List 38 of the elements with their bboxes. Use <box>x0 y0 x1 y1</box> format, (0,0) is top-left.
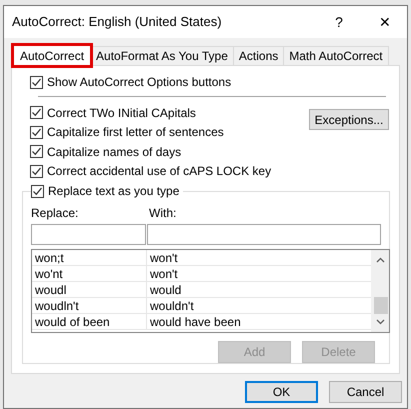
checkbox[interactable] <box>31 184 44 198</box>
table-cell-text: would <box>149 282 182 298</box>
checkbox-label: Capitalize first letter of sentences <box>47 124 224 142</box>
checkbox-label: Correct accidental use of cAPS LOCK key <box>47 163 272 180</box>
ok-button[interactable]: OK <box>245 381 318 403</box>
table-cell-text: would have been <box>149 314 241 330</box>
with-field[interactable] <box>147 224 381 245</box>
table-cell: wo'nt <box>32 266 147 281</box>
cancel-button[interactable]: Cancel <box>329 381 402 403</box>
help-button[interactable]: ? <box>319 8 359 36</box>
checkbox[interactable] <box>30 126 43 139</box>
checkbox[interactable] <box>30 145 43 158</box>
checkbox-label: Capitalize names of days <box>47 144 182 161</box>
tab[interactable]: Math AutoCorrect <box>283 46 389 65</box>
replace-field[interactable] <box>31 224 146 245</box>
checkbox-label: Correct TWo INitial CApitals <box>47 104 196 122</box>
table-cell: won;t <box>32 250 147 265</box>
checkbox[interactable] <box>30 76 43 88</box>
checkbox-label: Replace text as you type <box>48 183 180 200</box>
tab[interactable]: AutoFormat As You Type <box>90 46 234 65</box>
table-cell: would of been <box>32 314 147 329</box>
scroll-thumb[interactable] <box>374 297 388 314</box>
replace-label: Replace: <box>31 205 80 222</box>
checkbox[interactable] <box>30 164 43 178</box>
table-cell-text: won't <box>149 266 178 282</box>
table-cell: woudln't <box>32 298 147 313</box>
table-cell-text: wouldn't <box>149 298 194 314</box>
checkbox-label: Show AutoCorrect Options buttons <box>47 74 232 91</box>
scroll-up-icon[interactable] <box>376 257 385 263</box>
table-cell: woudl <box>32 282 147 297</box>
table-cell-text: won't <box>149 250 178 266</box>
checkbox[interactable] <box>30 106 43 120</box>
scroll-down-icon[interactable] <box>376 319 385 325</box>
tab[interactable]: AutoCorrect <box>13 45 92 66</box>
exceptions-button[interactable]: Exceptions... <box>309 109 389 130</box>
close-button[interactable]: ✕ <box>363 8 407 36</box>
window-title: AutoCorrect: English (United States) <box>12 13 223 32</box>
with-label: With: <box>149 205 176 222</box>
